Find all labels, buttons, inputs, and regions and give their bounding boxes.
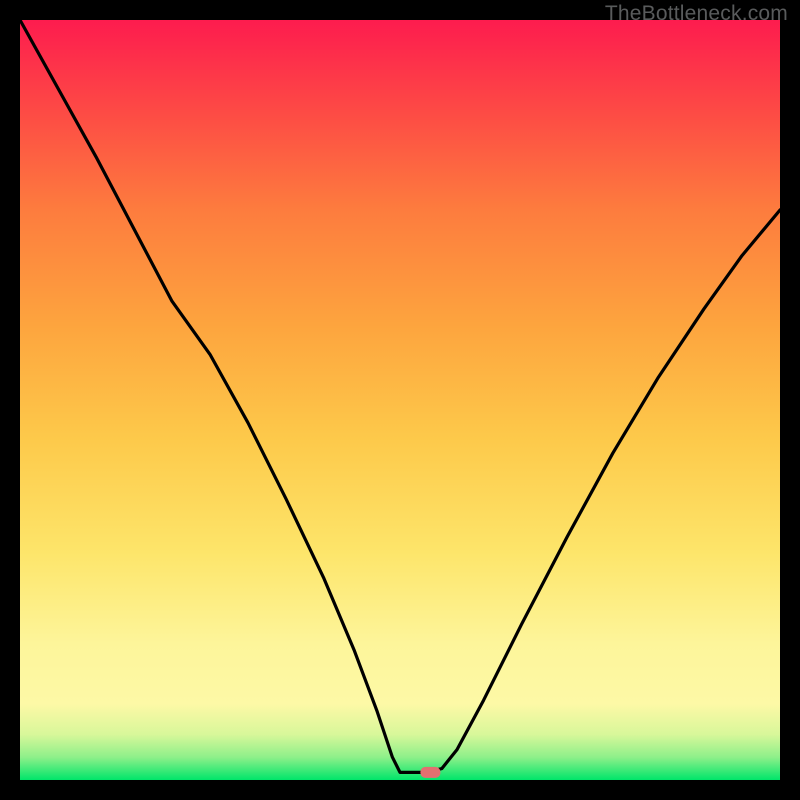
watermark-text: TheBottleneck.com (605, 2, 788, 26)
gradient-background (20, 20, 780, 780)
plot-area (20, 20, 780, 780)
chart-svg (20, 20, 780, 780)
chart-container: TheBottleneck.com (0, 0, 800, 800)
optimum-marker (420, 767, 440, 778)
